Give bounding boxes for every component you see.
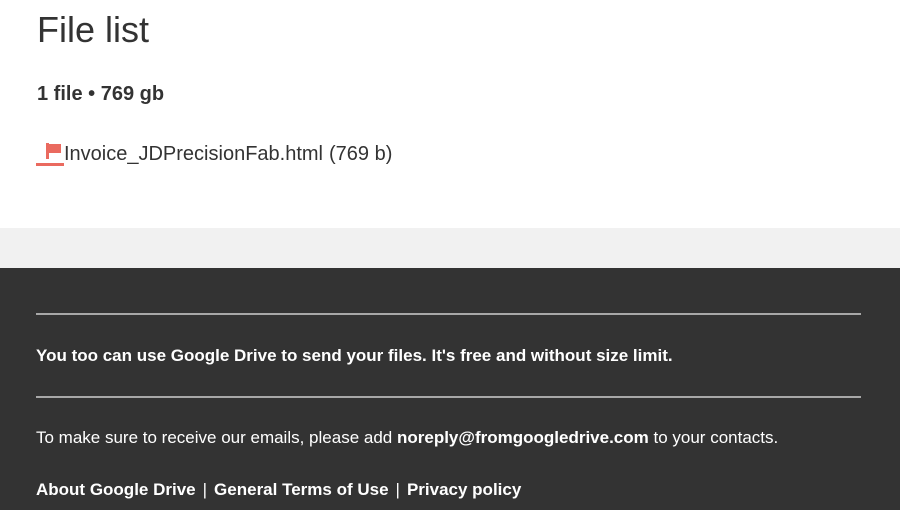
file-summary: 1 file • 769 gb (37, 83, 165, 105)
file-flag-icon (36, 141, 64, 167)
footer-divider (36, 313, 861, 315)
file-size: (769 b) (329, 142, 393, 165)
about-link[interactable]: About Google Drive (36, 478, 196, 502)
list-item[interactable]: Invoice_JDPrecisionFab.html (769 b) (36, 140, 392, 168)
contact-prefix: To make sure to receive our emails, plea… (36, 428, 393, 447)
file-name-link[interactable]: Invoice_JDPrecisionFab.html (64, 143, 323, 166)
promo-text: You too can use Google Drive to send you… (36, 346, 673, 365)
footer: You too can use Google Drive to send you… (0, 268, 900, 510)
footer-links: About Google Drive | General Terms of Us… (36, 478, 521, 502)
terms-link[interactable]: General Terms of Use (214, 478, 388, 502)
page: File list 1 file • 769 gb Invoice_JDPrec… (0, 0, 900, 510)
page-title: File list (37, 9, 150, 50)
separator-band (0, 228, 900, 268)
contact-suffix: to your contacts. (653, 428, 779, 447)
file-list-section: File list 1 file • 769 gb Invoice_JDPrec… (0, 0, 900, 228)
contact-email: noreply@fromgoogledrive.com (396, 428, 649, 447)
link-separator: | (202, 480, 208, 499)
privacy-link[interactable]: Privacy policy (407, 478, 521, 502)
link-separator: | (395, 480, 400, 499)
contact-notice: To make sure to receive our emails, plea… (36, 428, 778, 448)
footer-divider (36, 396, 861, 398)
